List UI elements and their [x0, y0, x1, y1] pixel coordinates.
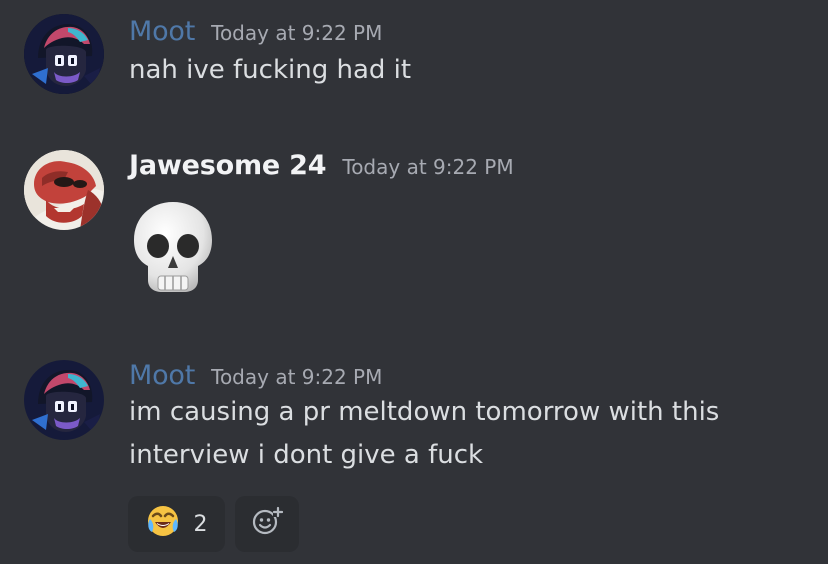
add-reaction-button[interactable]	[235, 496, 299, 552]
reactions-bar: 2	[128, 496, 299, 552]
message-text-line: interview i dont give a fuck	[129, 440, 484, 470]
message-text-line: im causing a pr meltdown tomorrow with t…	[129, 397, 720, 427]
avatar[interactable]	[24, 14, 104, 94]
message-text: im causing a pr meltdown tomorrow with t…	[129, 391, 816, 477]
message-header: Moot Today at 9:22 PM	[129, 360, 816, 391]
chat-log: Moot Today at 9:22 PM nah ive fucking ha…	[0, 0, 828, 564]
username[interactable]: Moot	[129, 16, 195, 47]
timestamp[interactable]: Today at 9:22 PM	[342, 155, 513, 179]
avatar[interactable]	[24, 150, 104, 230]
message-text: nah ive fucking had it	[129, 55, 412, 85]
skull-emoji[interactable]	[128, 198, 218, 296]
timestamp[interactable]: Today at 9:22 PM	[211, 21, 382, 45]
message-header: Moot Today at 9:22 PM	[129, 16, 816, 47]
add-reaction-icon	[251, 505, 284, 543]
username[interactable]: Jawesome 24	[129, 150, 327, 181]
reaction-joy[interactable]: 2	[128, 496, 225, 552]
message-header: Jawesome 24 Today at 9:22 PM	[129, 150, 816, 181]
timestamp[interactable]: Today at 9:22 PM	[211, 365, 382, 389]
message-content: Moot Today at 9:22 PM nah ive fucking ha…	[129, 16, 816, 92]
avatar[interactable]	[24, 360, 104, 440]
username[interactable]: Moot	[129, 360, 195, 391]
message-content: Moot Today at 9:22 PM im causing a pr me…	[129, 360, 816, 477]
reaction-count: 2	[193, 511, 208, 537]
joy-emoji	[146, 504, 180, 544]
message-content: Jawesome 24 Today at 9:22 PM	[129, 150, 816, 181]
